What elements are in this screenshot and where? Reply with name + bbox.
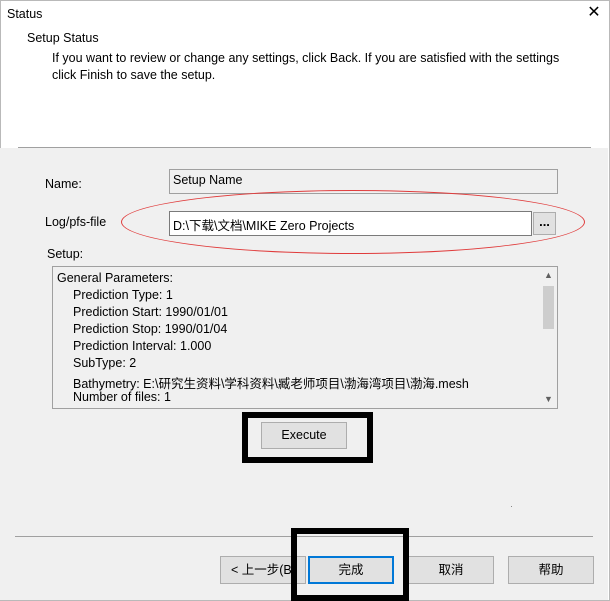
- header-title: Setup Status: [27, 31, 99, 45]
- setup-scrollbar[interactable]: ▲ ▼: [540, 267, 557, 408]
- setup-line: SubType: 2: [73, 356, 137, 370]
- scroll-up-icon[interactable]: ▲: [540, 267, 557, 284]
- setup-textbox[interactable]: General Parameters: Prediction Type: 1 P…: [52, 266, 558, 409]
- window-title: Status: [7, 7, 43, 21]
- setup-line: Number of files: 1: [73, 390, 171, 404]
- setup-line: Prediction Stop: 1990/01/04: [73, 322, 228, 336]
- setup-line: Prediction Interval: 1.000: [73, 339, 212, 353]
- title-bar: Status ✕: [1, 1, 609, 27]
- setup-line: Prediction Type: 1: [73, 288, 173, 302]
- setup-line: Prediction Start: 1990/01/01: [73, 305, 228, 319]
- setup-line: General Parameters:: [57, 271, 174, 285]
- log-pfs-label: Log/pfs-file: [45, 215, 107, 229]
- highlight-oval: [121, 190, 585, 254]
- header-description: If you want to review or change any sett…: [52, 51, 560, 82]
- execute-highlight-box: [242, 412, 373, 463]
- scroll-thumb[interactable]: [543, 286, 554, 329]
- help-button[interactable]: 帮助: [508, 556, 594, 584]
- close-icon[interactable]: ✕: [585, 4, 603, 22]
- cancel-button[interactable]: 取消: [408, 556, 494, 584]
- setup-label: Setup:: [47, 247, 84, 261]
- finish-highlight-box: [291, 528, 409, 601]
- stray-dot: [511, 506, 512, 507]
- name-label: Name:: [45, 177, 82, 191]
- scroll-down-icon[interactable]: ▼: [540, 391, 557, 408]
- wizard-header: [1, 28, 609, 146]
